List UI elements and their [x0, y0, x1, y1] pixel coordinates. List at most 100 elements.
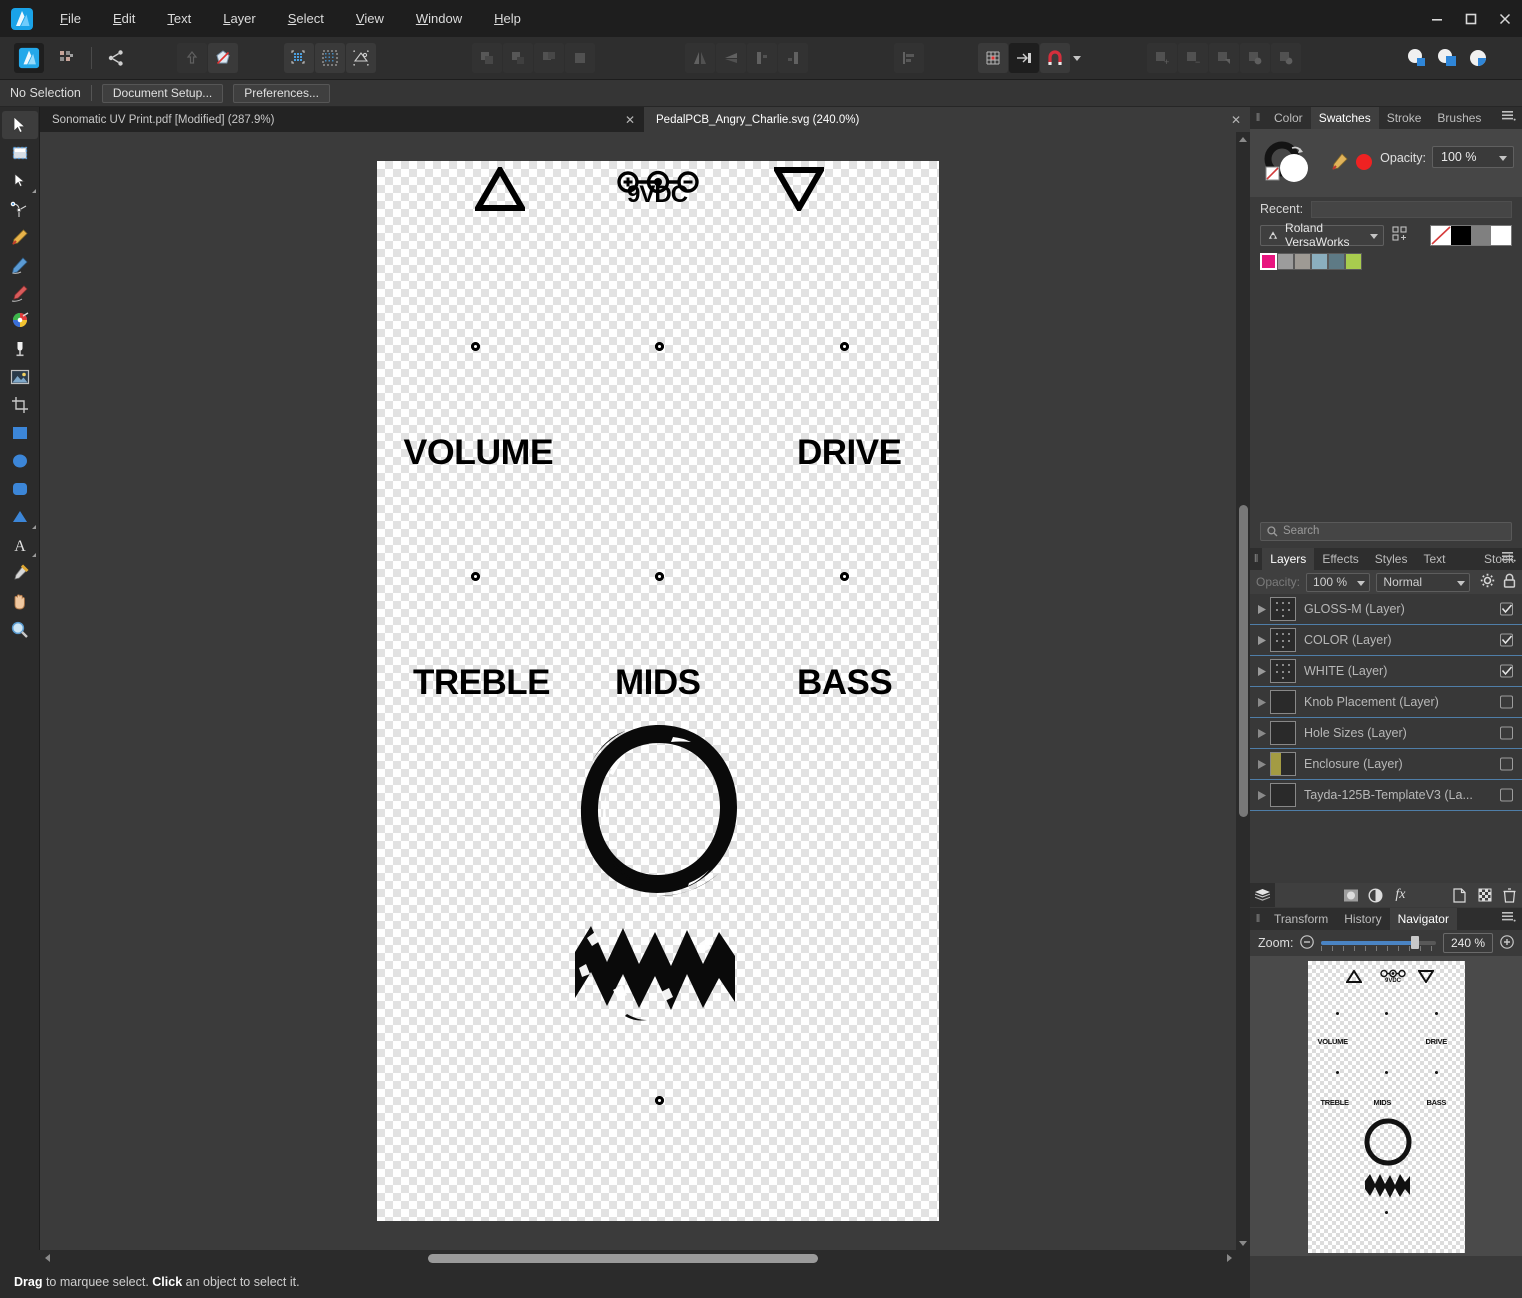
snapping-dots-button[interactable]	[315, 43, 345, 73]
gear-icon[interactable]	[1480, 573, 1495, 591]
new-artboard-button[interactable]	[177, 43, 207, 73]
blend-mode-field[interactable]: Normal	[1376, 572, 1470, 592]
layers-stack-icon[interactable]	[1250, 883, 1275, 907]
swatch-slate[interactable]	[1328, 253, 1345, 270]
layer-opacity-field[interactable]: 100 %	[1306, 572, 1371, 592]
tab-navigator[interactable]: Navigator	[1389, 908, 1457, 930]
flip-vertical-button[interactable]	[716, 43, 746, 73]
expand-arrow-icon[interactable]	[1254, 759, 1270, 769]
menu-item-text[interactable]: Text	[151, 0, 207, 37]
palette-selector[interactable]: Roland VersaWorks	[1260, 221, 1384, 249]
layer-row-gloss-m[interactable]: GLOSS-M (Layer)	[1250, 594, 1522, 625]
menu-item-edit[interactable]: Edit	[97, 0, 151, 37]
crop-tool[interactable]	[2, 391, 38, 419]
horizontal-scroll-thumb[interactable]	[428, 1254, 818, 1263]
layer-visibility-checkbox[interactable]	[1500, 664, 1513, 678]
layer-visibility-checkbox[interactable]	[1500, 726, 1513, 740]
delete-icon[interactable]	[1497, 883, 1522, 907]
add-pixel-layer-icon[interactable]	[1472, 883, 1497, 907]
tab-color[interactable]: Color	[1266, 107, 1311, 129]
tab-effects[interactable]: Effects	[1314, 548, 1366, 570]
alignment-button[interactable]	[894, 43, 924, 73]
intersect-selection-button[interactable]	[1209, 43, 1239, 73]
layer-row-knob-placement[interactable]: Knob Placement (Layer)	[1250, 687, 1522, 718]
triangle-tool[interactable]	[2, 503, 38, 531]
tab-history[interactable]: History	[1336, 908, 1389, 930]
persona-designer-button[interactable]	[14, 43, 44, 73]
expand-arrow-icon[interactable]	[1254, 604, 1270, 614]
pen-tool[interactable]	[2, 223, 38, 251]
swatch-yellowgreen[interactable]	[1345, 253, 1362, 270]
fill-stroke-indicator[interactable]	[1262, 140, 1318, 186]
tab-text-styles[interactable]: Text Styles	[1415, 548, 1476, 588]
tab-brushes[interactable]: Brushes	[1429, 107, 1489, 129]
rectangle-tool[interactable]	[2, 419, 38, 447]
magnet-snapping-button[interactable]	[1040, 43, 1070, 73]
minus-circle-icon[interactable]	[1300, 934, 1315, 952]
vertical-scroll-thumb[interactable]	[1239, 505, 1248, 817]
add-to-selection-button[interactable]: +	[1147, 43, 1177, 73]
menu-item-help[interactable]: Help	[478, 0, 537, 37]
tab-layers[interactable]: Layers	[1262, 548, 1315, 570]
adjustment-icon[interactable]	[1363, 883, 1388, 907]
fill-tool[interactable]	[2, 335, 38, 363]
swatch-gray-2[interactable]	[1294, 253, 1311, 270]
document-tab-pedalpcb[interactable]: PedalPCB_Angry_Charlie.svg (240.0%) ✕	[644, 107, 1250, 132]
menu-item-select[interactable]: Select	[272, 0, 340, 37]
layer-row-white[interactable]: WHITE (Layer)	[1250, 656, 1522, 687]
canvas-vertical-scrollbar[interactable]	[1236, 132, 1250, 1250]
corner-tool[interactable]	[2, 195, 38, 223]
expand-arrow-icon[interactable]	[1254, 666, 1270, 676]
export-persona-button[interactable]	[101, 43, 131, 73]
vector-brush-tool[interactable]	[2, 307, 38, 335]
swatch-lightblue[interactable]	[1311, 253, 1328, 270]
place-image-tool[interactable]	[2, 363, 38, 391]
no-fill-shape-button[interactable]	[208, 43, 238, 73]
expand-arrow-icon[interactable]	[1254, 728, 1270, 738]
node-tool[interactable]	[2, 167, 38, 195]
rotate-left-button[interactable]	[747, 43, 777, 73]
lock-icon[interactable]	[1503, 573, 1516, 591]
panel-grip-icon[interactable]: ‖	[1250, 548, 1262, 570]
tab-stroke[interactable]: Stroke	[1379, 107, 1430, 129]
divide-selection-button[interactable]	[1271, 43, 1301, 73]
preferences-button[interactable]: Preferences...	[233, 83, 330, 103]
fx-icon[interactable]: fx	[1388, 883, 1413, 907]
tab-styles[interactable]: Styles	[1367, 548, 1416, 570]
move-tool[interactable]	[1, 111, 38, 139]
stroke-preview-button[interactable]	[1432, 43, 1462, 73]
colour-picker-tool[interactable]	[2, 559, 38, 587]
snapping-options-chevron-down-icon[interactable]	[1071, 43, 1083, 73]
persona-pixel-button[interactable]	[52, 43, 82, 73]
pan-tool[interactable]	[2, 587, 38, 615]
menu-item-view[interactable]: View	[340, 0, 400, 37]
paint-brush-tool[interactable]	[2, 279, 38, 307]
color-panel-menu-icon[interactable]	[1502, 110, 1516, 125]
minimize-icon[interactable]	[1420, 0, 1454, 37]
navigator-panel-menu-icon[interactable]	[1502, 911, 1516, 926]
chevron-down-icon[interactable]	[1357, 575, 1366, 589]
boolean-add-button[interactable]	[472, 43, 502, 73]
expand-arrow-icon[interactable]	[1254, 635, 1270, 645]
expand-arrow-icon[interactable]	[1254, 790, 1270, 800]
menu-item-layer[interactable]: Layer	[207, 0, 272, 37]
boolean-subtract-button[interactable]	[503, 43, 533, 73]
close-tab-icon[interactable]: ✕	[1231, 113, 1241, 127]
expand-arrow-icon[interactable]	[1254, 697, 1270, 707]
flip-horizontal-button[interactable]	[685, 43, 715, 73]
fill-preview-button[interactable]	[1401, 43, 1431, 73]
layer-visibility-checkbox[interactable]	[1500, 602, 1513, 616]
artboard-tool[interactable]	[2, 139, 38, 167]
layer-visibility-checkbox[interactable]	[1500, 788, 1513, 802]
scroll-down-icon[interactable]	[1236, 1236, 1250, 1250]
tab-transform[interactable]: Transform	[1266, 908, 1336, 930]
plus-circle-icon[interactable]	[1500, 934, 1514, 952]
search-input[interactable]: Search	[1260, 521, 1512, 541]
pencil-tool[interactable]	[2, 251, 38, 279]
navigator-preview[interactable]: 9VDC VOLUME DRIVE TREBLE MIDS BASS	[1307, 961, 1465, 1253]
layers-panel-menu-icon[interactable]	[1502, 551, 1516, 566]
zoom-value-field[interactable]: 240 %	[1443, 933, 1493, 953]
opacity-field[interactable]: 100 %	[1432, 146, 1514, 168]
document-setup-button[interactable]: Document Setup...	[101, 83, 224, 103]
mask-icon[interactable]	[1338, 883, 1363, 907]
